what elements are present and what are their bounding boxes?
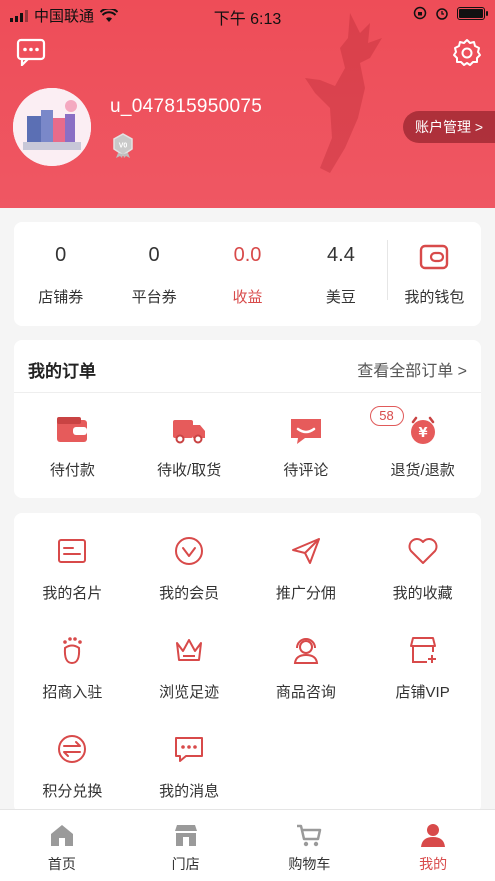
wallet-icon xyxy=(420,244,449,270)
orders-card: 我的订单 查看全部订单 > 待付款 待收/取货 58 待评论 ¥ 退货/退款 xyxy=(14,340,481,498)
tool-label: 我的消息 xyxy=(159,783,220,800)
tool-label: 推广分佣 xyxy=(275,585,336,602)
home-icon xyxy=(50,825,73,846)
tab-label: 购物车 xyxy=(288,856,331,872)
stats-card: 0 店铺券 0 平台券 0.0 收益 4.4 美豆 我的钱包 xyxy=(14,222,481,326)
svg-text:¥: ¥ xyxy=(418,426,427,441)
order-label: 待收/取货 xyxy=(157,462,222,479)
tab-mine[interactable]: 我的 xyxy=(371,810,495,881)
stat-value: 0 xyxy=(55,244,67,266)
tool-label: 浏览足迹 xyxy=(159,684,220,701)
stat-value: 0.0 xyxy=(233,244,262,266)
card-icon xyxy=(58,539,87,563)
tab-label: 门店 xyxy=(171,856,200,872)
footprint-icon xyxy=(63,637,83,665)
tab-label: 首页 xyxy=(47,856,76,872)
refund-icon: ¥ xyxy=(410,416,435,444)
tool-favorites[interactable]: 我的收藏 xyxy=(364,533,481,603)
stat-label: 收益 xyxy=(232,289,263,306)
orders-header: 我的订单 查看全部订单 > xyxy=(14,340,481,393)
wallet-icon xyxy=(57,417,88,442)
order-pending-delivery[interactable]: 待收/取货 xyxy=(131,402,248,482)
stat-shop-coupon[interactable]: 0 店铺券 xyxy=(14,222,107,326)
tab-home[interactable]: 首页 xyxy=(0,810,124,881)
tool-business-card[interactable]: 我的名片 xyxy=(14,533,131,603)
view-all-orders-link[interactable]: 查看全部订单 > xyxy=(357,357,467,381)
stat-label: 美豆 xyxy=(325,289,356,306)
tool-membership[interactable]: 我的会员 xyxy=(131,533,248,603)
tab-bar: 首页 门店 购物车 我的 xyxy=(0,809,495,881)
crown-icon xyxy=(176,639,203,661)
divider xyxy=(387,240,388,300)
cart-icon xyxy=(297,824,322,847)
message-icon xyxy=(175,737,204,762)
tool-label: 我的会员 xyxy=(159,585,220,602)
stat-value: 0 xyxy=(148,244,160,266)
tool-label: 积分兑换 xyxy=(42,783,103,800)
tool-label: 我的收藏 xyxy=(392,585,453,602)
headset-icon xyxy=(293,638,319,664)
order-label: 待评论 xyxy=(283,462,329,479)
tool-label: 商品咨询 xyxy=(275,684,336,701)
exchange-icon xyxy=(58,735,87,763)
alarm-icon xyxy=(436,8,448,20)
member-icon xyxy=(175,537,204,565)
tool-label: 我的名片 xyxy=(42,585,103,602)
account-manage-button[interactable]: 账户管理 > xyxy=(403,111,495,143)
avatar[interactable] xyxy=(13,88,91,166)
heart-icon xyxy=(408,538,438,564)
gear-icon[interactable] xyxy=(451,37,483,69)
tool-label: 店铺VIP xyxy=(395,684,450,701)
tool-history[interactable]: 浏览足迹 xyxy=(131,632,248,702)
avatar-image xyxy=(13,88,91,166)
lock-rotation-icon xyxy=(413,6,427,20)
stat-platform-coupon[interactable]: 0 平台券 xyxy=(107,222,200,326)
tab-store[interactable]: 门店 xyxy=(124,810,248,881)
order-pending-payment[interactable]: 待付款 xyxy=(14,402,131,482)
tool-merchant-join[interactable]: 招商入驻 xyxy=(14,632,131,702)
orders-title: 我的订单 xyxy=(28,362,96,381)
level-text: V0 xyxy=(119,143,128,150)
username: u_047815950075 xyxy=(110,96,263,117)
order-label: 退货/退款 xyxy=(390,462,455,479)
tool-referral[interactable]: 推广分佣 xyxy=(248,533,365,603)
comment-icon xyxy=(290,419,321,444)
stat-value: 4.4 xyxy=(327,244,355,266)
tools-card: 我的名片 我的会员 推广分佣 我的收藏 招商入驻 浏览足迹 商品咨询 店铺VIP… xyxy=(14,513,481,813)
tool-messages[interactable]: 我的消息 xyxy=(131,731,248,801)
stat-label: 平台券 xyxy=(131,289,177,306)
battery-icon xyxy=(457,6,488,20)
order-refund[interactable]: ¥ 退货/退款 xyxy=(364,402,481,482)
message-icon[interactable] xyxy=(16,38,46,66)
status-bar: 中国联通 下午 6:13 xyxy=(0,0,495,28)
user-icon xyxy=(421,824,446,847)
deer-logo-watermark xyxy=(305,13,382,173)
stat-earnings[interactable]: 0.0 收益 xyxy=(201,222,294,326)
paper-plane-icon xyxy=(291,538,320,564)
tab-label: 我的 xyxy=(419,856,448,872)
truck-icon xyxy=(173,420,206,444)
wallet-label: 我的钱包 xyxy=(404,289,465,306)
order-label: 待付款 xyxy=(49,462,95,479)
tool-consultation[interactable]: 商品咨询 xyxy=(248,632,365,702)
store-icon xyxy=(174,825,197,846)
tool-points-exchange[interactable]: 积分兑换 xyxy=(14,731,131,801)
tool-store-vip[interactable]: 店铺VIP xyxy=(364,632,481,702)
store-icon xyxy=(409,637,436,663)
stat-beans[interactable]: 4.4 美豆 xyxy=(294,222,387,326)
order-pending-review[interactable]: 58 待评论 xyxy=(248,402,404,482)
tab-cart[interactable]: 购物车 xyxy=(248,810,372,881)
my-wallet-button[interactable]: 我的钱包 xyxy=(388,222,481,326)
tool-label: 招商入驻 xyxy=(42,684,103,701)
stat-label: 店铺券 xyxy=(38,289,84,306)
level-badge-icon: V0 xyxy=(113,133,133,158)
profile-header: 中国联通 下午 6:13 u_047815950075 V0 账户管理 > xyxy=(0,0,495,208)
